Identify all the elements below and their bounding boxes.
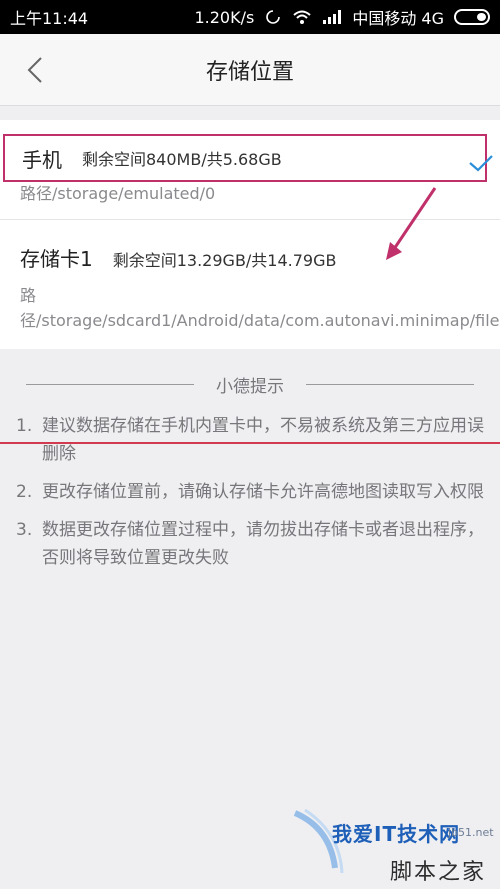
tip-text: 数据更改存储位置过程中，请勿拔出存储卡或者退出程序，否则将导致位置更改失败 [42,520,484,568]
signal-icon [322,9,342,25]
chevron-left-icon [27,57,42,83]
battery-icon [454,9,490,25]
tips-divider-left [26,383,194,385]
tips-list: 1. 建议数据存储在手机内置卡中，不易被系统及第三方应用误删除 2. 更改存储位… [16,412,486,582]
page-title: 存储位置 [205,59,294,85]
wifi-icon [292,9,312,25]
check-icon [469,155,493,172]
tip-number: 1. [16,416,33,436]
tip-item: 2. 更改存储位置前，请确认存储卡允许高德地图读取写入权限 [16,478,486,506]
phone-storage-space: 剩余空间840MB/共5.68GB [82,150,282,169]
tip-number: 2. [16,482,33,502]
status-time: 上午11:44 [10,9,89,28]
sync-icon [264,8,282,26]
tips-title: 小德提示 [216,376,284,397]
status-right: 1.20K/s 中国移动 4G [194,5,490,29]
sdcard-storage-space: 剩余空间13.29GB/共14.79GB [112,251,337,270]
phone-storage-name: 手机 [22,147,62,172]
app-header: 存储位置 [0,34,500,106]
watermark: 我爱IT技术网 jb51.net 脚本之家 [290,800,500,889]
tip-item: 1. 建议数据存储在手机内置卡中，不易被系统及第三方应用误删除 [16,412,486,468]
tips-header: 小德提示 [26,372,474,397]
sdcard-storage-name: 存储卡1 [20,247,93,271]
tips-divider-right [306,383,474,385]
watermark-line2: jb51.net [448,826,494,839]
status-bar: 上午11:44 1.20K/s 中国移动 4G [0,0,500,34]
annotation-arrow-icon [386,187,437,260]
network-speed: 1.20K/s [194,7,255,27]
phone-storage-path: 路径/storage/emulated/0 [20,184,216,203]
sdcard-storage-path: 路径/storage/sdcard1/Android/data/com.auto… [20,286,500,330]
carrier-label: 中国移动 4G [352,9,444,28]
sdcard-row: 存储卡1 剩余空间13.29GB/共14.79GB [20,243,337,272]
tip-text: 建议数据存储在手机内置卡中，不易被系统及第三方应用误删除 [42,416,484,464]
tip-item: 3. 数据更改存储位置过程中，请勿拔出存储卡或者退出程序，否则将导致位置更改失败 [16,516,486,572]
tip-number: 3. [16,520,33,540]
watermark-line3: 脚本之家 [390,860,487,885]
annotation-underline [0,442,500,444]
screen: 上午11:44 1.20K/s 中国移动 4G 存储位置 手机 剩余空间840M… [0,0,500,889]
tip-text: 更改存储位置前，请确认存储卡允许高德地图读取写入权限 [42,482,484,502]
phone-highlight-box: 手机 剩余空间840MB/共5.68GB [3,134,487,182]
back-button[interactable] [20,54,50,86]
watermark-line1: 我爱IT技术网 [332,822,461,846]
